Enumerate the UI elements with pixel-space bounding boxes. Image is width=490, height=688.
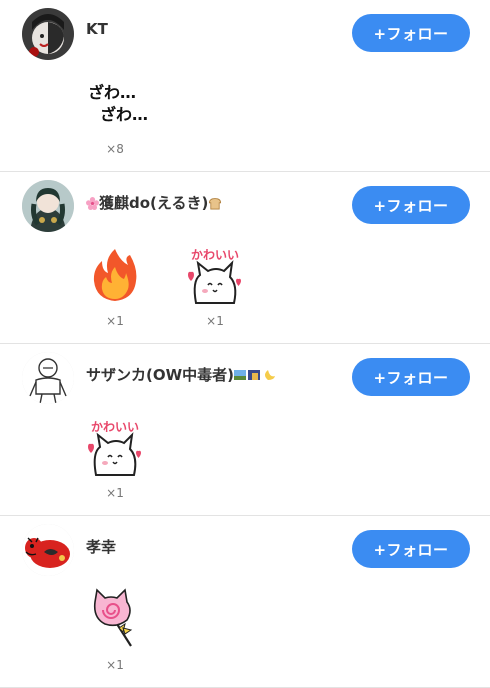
user-row: 獲麒do(えるき) +フォロー ×1 かわいい ×1: [0, 172, 490, 344]
night-scenery-icons: [234, 367, 276, 385]
bread-icon: [208, 195, 222, 213]
stamp-list: ×1: [82, 588, 182, 672]
user-row: サザンカ(OW中毒者) +フォロー かわいい ×1: [0, 344, 490, 516]
zawa-zawa-text-stamp: ざわ… ざわ…: [82, 72, 148, 134]
kawaii-cat-stamp: かわいい: [182, 244, 248, 306]
username[interactable]: 孝幸: [86, 536, 116, 557]
stamp-item[interactable]: かわいい ×1: [82, 416, 148, 500]
follow-button[interactable]: +フォロー: [352, 358, 470, 396]
stamp-list: ×1 かわいい ×1: [82, 244, 282, 328]
kawaii-cat-stamp: かわいい: [82, 416, 148, 478]
stamp-item[interactable]: ざわ… ざわ… ×8: [82, 72, 148, 156]
stamp-list: ざわ… ざわ… ×8: [82, 72, 182, 156]
sakura-flower-icon: [86, 195, 99, 213]
stamp-list: かわいい ×1: [82, 416, 182, 500]
stamp-text-line2: ざわ…: [100, 105, 148, 124]
lollipop-cat-stamp: [82, 588, 148, 650]
username[interactable]: 獲麒do(えるき): [86, 192, 222, 213]
fire-stamp: [82, 244, 148, 306]
avatar[interactable]: [22, 352, 74, 404]
stamp-count: ×1: [106, 314, 124, 328]
user-row: 孝幸 +フォロー ×1: [0, 516, 490, 688]
stamp-count: ×1: [206, 314, 224, 328]
username-text: サザンカ(OW中毒者): [86, 366, 235, 384]
stamp-item[interactable]: ×1: [82, 588, 148, 672]
stamp-count: ×1: [106, 486, 124, 500]
stamp-label: かわいい: [191, 248, 239, 262]
user-row: KT +フォロー ざわ… ざわ… ×8: [0, 0, 490, 172]
avatar[interactable]: [22, 8, 74, 60]
stamp-text-line1: ざわ…: [88, 83, 136, 102]
username-text: 獲麒do(えるき): [99, 194, 209, 212]
username[interactable]: KT: [86, 20, 108, 38]
follow-button[interactable]: +フォロー: [352, 186, 470, 224]
stamp-count: ×8: [106, 142, 124, 156]
stamp-item[interactable]: ×1: [82, 244, 148, 328]
avatar[interactable]: [22, 524, 74, 576]
follow-button[interactable]: +フォロー: [352, 14, 470, 52]
avatar[interactable]: [22, 180, 74, 232]
follow-button[interactable]: +フォロー: [352, 530, 470, 568]
username[interactable]: サザンカ(OW中毒者): [86, 364, 276, 385]
stamp-label: かわいい: [91, 420, 139, 434]
stamp-item[interactable]: かわいい ×1: [182, 244, 248, 328]
stamp-count: ×1: [106, 658, 124, 672]
